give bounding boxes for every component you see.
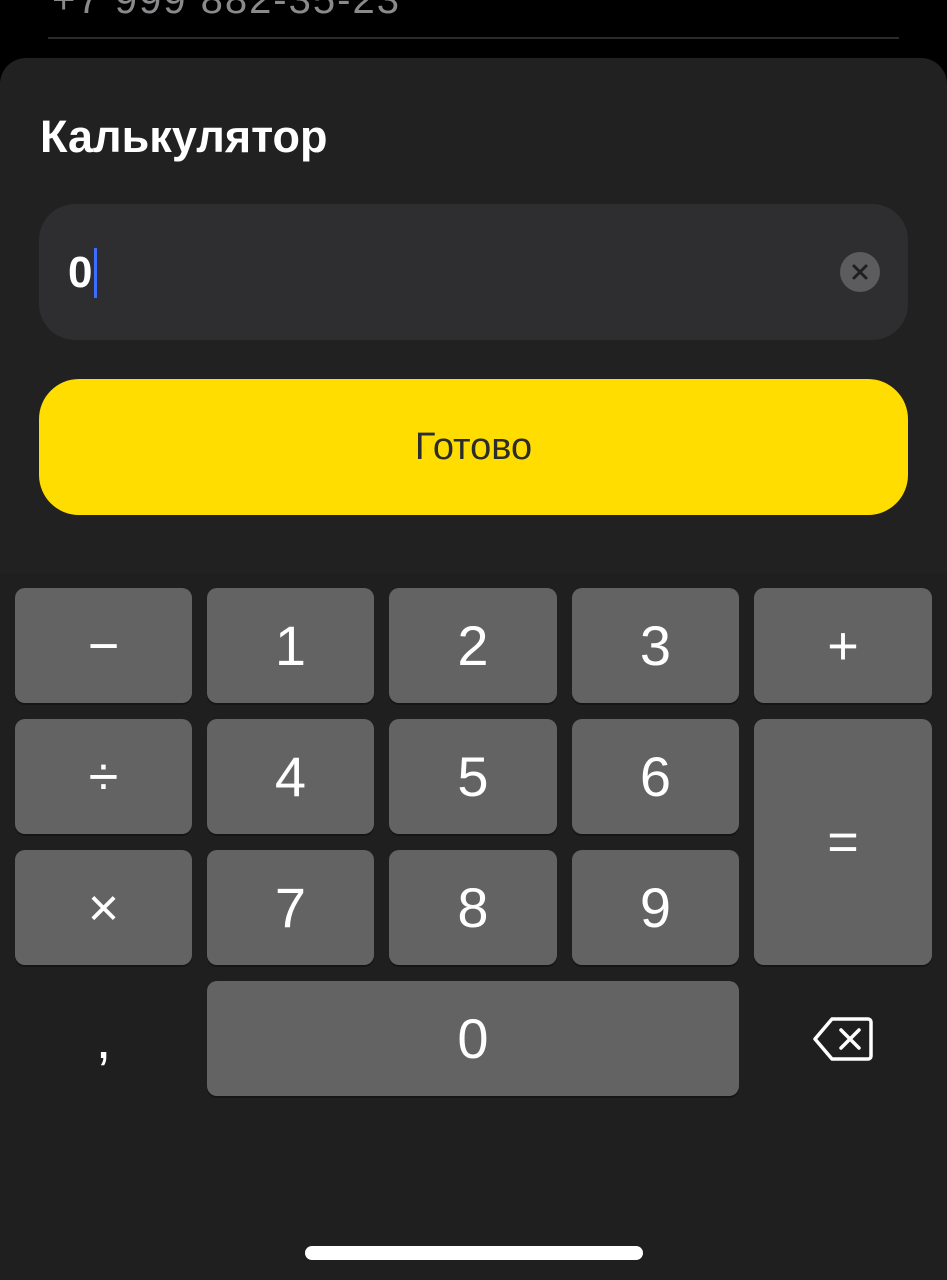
backspace-icon[interactable] (754, 981, 932, 1096)
key-comma[interactable]: , (15, 981, 192, 1096)
key-3[interactable]: 3 (572, 588, 739, 703)
amount-value: 0 (68, 248, 93, 297)
clear-icon[interactable] (840, 252, 880, 292)
calculator-keyboard: − 1 2 3 + ÷ 4 5 6 = × 7 8 9 , 0 (0, 573, 947, 1280)
done-button[interactable]: Готово (39, 379, 908, 515)
key-9[interactable]: 9 (572, 850, 739, 965)
amount-input[interactable]: 0 (39, 204, 908, 340)
key-plus[interactable]: + (754, 588, 932, 703)
key-7[interactable]: 7 (207, 850, 374, 965)
key-6[interactable]: 6 (572, 719, 739, 834)
backspace-glyph (813, 1016, 873, 1061)
key-1[interactable]: 1 (207, 588, 374, 703)
background-divider (48, 37, 899, 39)
key-0[interactable]: 0 (207, 981, 739, 1096)
calculator-screen: +7 999 882-35-23 Калькулятор 0 Готово − … (0, 0, 947, 1280)
key-minus[interactable]: − (15, 588, 192, 703)
key-4[interactable]: 4 (207, 719, 374, 834)
background-phone-number: +7 999 882-35-23 (52, 0, 401, 22)
home-indicator[interactable] (305, 1246, 643, 1260)
clear-x-glyph (852, 264, 868, 280)
key-5[interactable]: 5 (389, 719, 557, 834)
key-equals[interactable]: = (754, 719, 932, 965)
key-divide[interactable]: ÷ (15, 719, 192, 834)
amount-value-wrapper: 0 (68, 247, 98, 299)
key-8[interactable]: 8 (389, 850, 557, 965)
sheet-title: Калькулятор (40, 111, 328, 162)
key-2[interactable]: 2 (389, 588, 557, 703)
text-caret (94, 248, 98, 298)
key-multiply[interactable]: × (15, 850, 192, 965)
